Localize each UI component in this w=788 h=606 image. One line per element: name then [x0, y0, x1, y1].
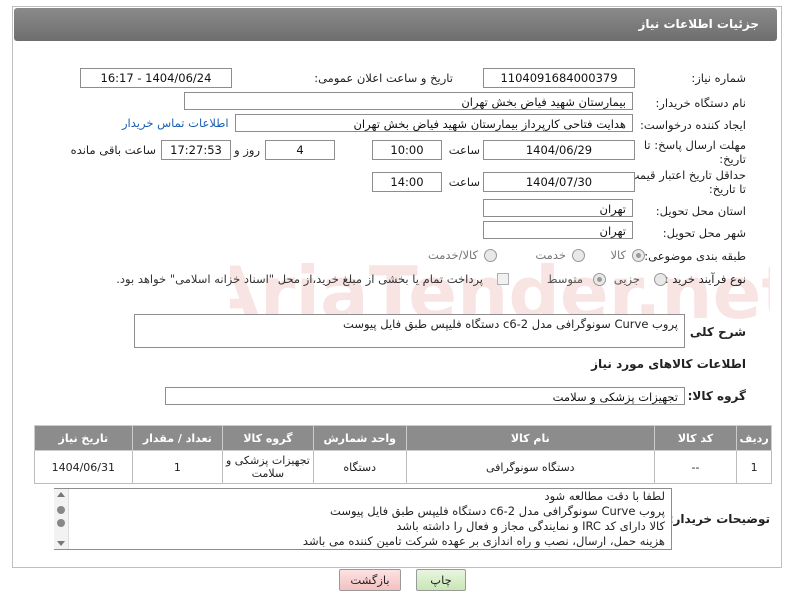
purchase-type-label: نوع فرآیند خرید :: [664, 272, 746, 286]
category-goods-radio[interactable]: [632, 249, 645, 262]
price-validity-label: حداقل تاریخ اعتبار قیمت:: [624, 168, 746, 182]
province-label: استان محل تحویل:: [655, 204, 746, 218]
province-field: تهران: [483, 199, 633, 217]
col-name: نام کالا: [405, 425, 655, 451]
purchase-medium-label: متوسط: [546, 272, 583, 286]
scrollbar-icons: [57, 492, 65, 546]
treasury-payment-checkbox[interactable]: [497, 273, 509, 285]
general-desc-field: پروب Curve سونوگرافی مدل c6-2 دستگاه فلی…: [134, 314, 685, 348]
remaining-time-field: 17:27:53: [161, 140, 231, 160]
reply-time-field: 10:00: [372, 140, 442, 160]
price-time-label: ساعت: [448, 175, 480, 189]
scroll-dot-icon: [57, 519, 65, 527]
cell-group: تجهیزات پزشکی و سلامت: [222, 450, 314, 484]
announce-label: تاریخ و ساعت اعلان عمومی:: [314, 71, 453, 85]
notes-scrollbar[interactable]: [54, 489, 69, 549]
notes-line: هزینه حمل، ارسال، نصب و راه اندازی بر عه…: [302, 534, 665, 548]
need-number-field: 1104091684000379: [483, 68, 635, 88]
scroll-down-icon[interactable]: [57, 541, 65, 546]
reply-deadline-label: مهلت ارسال پاسخ: تا: [643, 138, 746, 152]
col-code: کد کالا: [653, 425, 738, 451]
page-title: جزئیات اطلاعات نیاز: [638, 17, 759, 31]
cell-row: 1: [736, 450, 772, 484]
purchase-minor-radio[interactable]: [654, 273, 667, 286]
back-button[interactable]: بازگشت: [339, 569, 401, 591]
treasury-payment-note: پرداخت تمام یا بخشی از مبلغ خرید،از محل …: [116, 272, 483, 286]
col-qty: تعداد / مقدار: [131, 425, 224, 451]
category-service-label: خدمت: [535, 248, 566, 262]
need-number-label: شماره نیاز:: [691, 71, 746, 85]
city-field: تهران: [483, 221, 633, 239]
remaining-time-label: ساعت باقی مانده: [70, 143, 156, 157]
col-row: ردیف: [736, 425, 772, 451]
price-time-field: 14:00: [372, 172, 442, 192]
category-label: طبقه بندی موضوعی:: [644, 249, 746, 263]
col-group: گروه کالا: [222, 425, 314, 451]
goods-group-label: گروه کالا:: [687, 389, 746, 403]
buyer-org-label: نام دستگاه خریدار:: [655, 96, 746, 110]
notes-line: لطفا با دقت مطالعه شود: [544, 489, 665, 503]
category-both-label: کالا/خدمت: [427, 248, 478, 262]
cell-code: --: [653, 450, 738, 484]
goods-table: ردیف کد کالا نام کالا واحد شمارش گروه کا…: [34, 425, 772, 484]
category-goods-label: کالا: [610, 248, 626, 262]
reply-deadline-label-2: تاریخ:: [719, 152, 746, 166]
purchase-minor-label: جزیی: [613, 272, 640, 286]
category-service-radio[interactable]: [572, 249, 585, 262]
purchase-medium-radio[interactable]: [593, 273, 606, 286]
days-label: روز و: [234, 143, 260, 157]
buyer-notes-label: توضیحات خریدار:: [668, 512, 770, 526]
reply-time-label: ساعت: [448, 143, 480, 157]
scroll-thumb-icon[interactable]: [57, 506, 65, 514]
creator-field: هدایت فتاحی کارپرداز بیمارستان شهید فیاض…: [235, 114, 633, 132]
contact-info-link[interactable]: اطلاعات تماس خریدار: [122, 116, 229, 130]
print-button[interactable]: چاپ: [416, 569, 466, 591]
col-date: تاریخ نیاز: [34, 425, 133, 451]
creator-label: ایجاد کننده درخواست:: [640, 118, 746, 132]
price-date-field: 1404/07/30: [483, 172, 635, 192]
days-field: 4: [265, 140, 335, 160]
scroll-up-icon[interactable]: [57, 492, 65, 497]
cell-date: 1404/06/31: [34, 450, 133, 484]
cell-qty: 1: [131, 450, 224, 484]
cell-name: دستگاه سونوگرافی: [405, 450, 655, 484]
price-validity-label-2: تا تاریخ:: [708, 182, 746, 196]
category-both-radio[interactable]: [484, 249, 497, 262]
col-unit: واحد شمارش: [312, 425, 407, 451]
city-label: شهر محل تحویل:: [662, 226, 746, 240]
buyer-notes-field[interactable]: لطفا با دقت مطالعه شود پروب Curve سونوگر…: [54, 488, 672, 550]
table-header-row: ردیف کد کالا نام کالا واحد شمارش گروه کا…: [34, 425, 772, 451]
announce-field: 1404/06/24 - 16:17: [80, 68, 232, 88]
buyer-org-field: بیمارستان شهید فیاض بخش تهران: [184, 92, 633, 110]
reply-date-field: 1404/06/29: [483, 140, 635, 160]
notes-line: کالا دارای کد IRC و نمایندگی مجاز و فعال…: [396, 519, 665, 533]
cell-unit: دستگاه: [312, 450, 407, 484]
goods-group-field: تجهیزات پزشکی و سلامت: [165, 387, 685, 405]
table-row: 1 -- دستگاه سونوگرافی دستگاه تجهیزات پزش…: [34, 450, 772, 484]
goods-info-title: اطلاعات کالاهای مورد نیاز: [591, 357, 746, 371]
notes-line: پروب Curve سونوگرافی مدل c6-2 دستگاه فلی…: [330, 504, 665, 518]
panel-header: جزئیات اطلاعات نیاز: [14, 8, 777, 41]
